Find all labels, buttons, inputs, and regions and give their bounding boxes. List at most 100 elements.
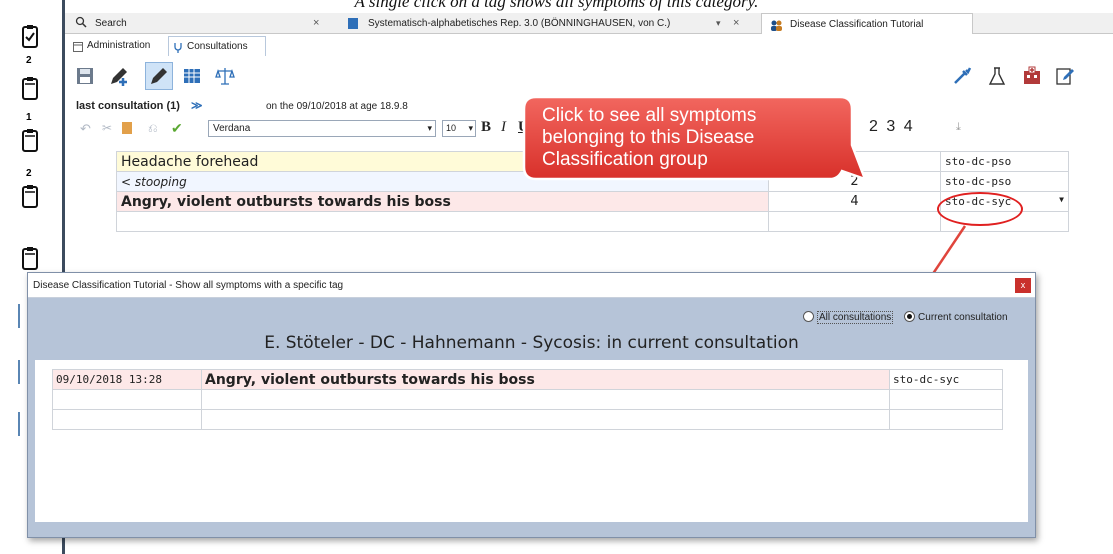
- table-icon: [184, 69, 200, 83]
- new-consultation-button[interactable]: [105, 62, 133, 90]
- clipboard-count: 2: [26, 55, 32, 66]
- window-icon: [73, 40, 83, 60]
- clipboard-check-icon[interactable]: [22, 24, 38, 48]
- symptom-tag[interactable]: sto-dc-pso: [940, 151, 1069, 172]
- clipboard-icon[interactable]: [22, 184, 38, 208]
- result-date[interactable]: [52, 409, 202, 430]
- scope-radio-group: All consultations Current consultation: [803, 311, 1008, 324]
- table-row[interactable]: [52, 389, 1003, 410]
- dialog-titlebar: Disease Classification Tutorial - Show a…: [28, 273, 1035, 298]
- hospital-icon: [1024, 66, 1040, 84]
- tab-consultations[interactable]: Consultations: [168, 36, 266, 56]
- search-icon: [75, 13, 87, 34]
- symptom-text[interactable]: [116, 211, 769, 232]
- table-row[interactable]: [52, 409, 1003, 430]
- injection-button[interactable]: [948, 62, 976, 90]
- clipboard-count: 2: [26, 168, 32, 179]
- callout-bubble: Click to see all symptoms belonging to t…: [522, 95, 866, 193]
- font-size-value: 10: [446, 123, 457, 133]
- table-row[interactable]: Angry, violent outbursts towards his bos…: [116, 191, 1069, 212]
- hospital-button[interactable]: [1018, 62, 1046, 90]
- result-tag[interactable]: sto-dc-syc: [889, 369, 1003, 390]
- table-row[interactable]: 09/10/2018 13:28 Angry, violent outburst…: [52, 369, 1003, 390]
- save-button[interactable]: [71, 62, 99, 90]
- symptom-tag[interactable]: sto-dc-pso: [940, 171, 1069, 192]
- symptom-grade[interactable]: [768, 211, 941, 232]
- close-button[interactable]: x: [1015, 278, 1031, 293]
- font-size-select[interactable]: 10 ▾: [442, 120, 476, 137]
- table-row[interactable]: [116, 211, 1069, 232]
- pencil-icon: [151, 68, 167, 84]
- cut-icon[interactable]: ✂: [102, 121, 112, 135]
- tab-disease-classification[interactable]: Disease Classification Tutorial: [761, 13, 973, 34]
- users-icon: [770, 18, 783, 39]
- tab-label: Administration: [87, 40, 151, 51]
- dialog-title: Disease Classification Tutorial - Show a…: [33, 280, 344, 291]
- result-date[interactable]: 09/10/2018 13:28: [52, 369, 202, 390]
- result-date[interactable]: [52, 389, 202, 410]
- tab-label: Consultations: [187, 41, 248, 52]
- dialog-heading: E. Stöteler - DC - Hahnemann - Sycosis: …: [264, 333, 799, 353]
- result-text[interactable]: [201, 409, 890, 430]
- close-icon[interactable]: ×: [313, 13, 319, 34]
- tab-search[interactable]: Search ×: [73, 13, 325, 34]
- stethoscope-icon: [173, 41, 183, 61]
- result-text[interactable]: Angry, violent outbursts towards his bos…: [201, 369, 890, 390]
- chevron-down-icon[interactable]: ▾: [716, 13, 721, 34]
- radio-all-consultations[interactable]: [803, 311, 814, 322]
- floppy-icon: [77, 68, 93, 84]
- scale-icon: [215, 68, 235, 85]
- clipboard-icon[interactable]: [22, 128, 38, 152]
- radio-label[interactable]: Current consultation: [918, 312, 1008, 323]
- callout-text: Click to see all symptoms belonging to t…: [542, 105, 757, 170]
- grade-buttons[interactable]: 2 3 4: [869, 118, 915, 136]
- chevron-down-icon[interactable]: ▼: [1059, 195, 1064, 204]
- edit-button[interactable]: [145, 62, 173, 90]
- radio-label[interactable]: All consultations: [817, 311, 894, 324]
- document-tabbar: Search × Systematisch-alphabetisches Rep…: [65, 13, 1113, 34]
- clipboard-icon[interactable]: [22, 76, 38, 100]
- rail-tab-edge: [18, 412, 24, 436]
- clipboard-icon[interactable]: [22, 246, 38, 270]
- flask-icon: [988, 67, 1006, 85]
- grid-view-button[interactable]: [178, 62, 206, 90]
- consultation-label: last consultation (1): [76, 100, 180, 112]
- highlight-circle: [937, 192, 1023, 226]
- undo-icon[interactable]: ↶: [80, 121, 91, 137]
- paint-icon[interactable]: ⎌: [148, 121, 158, 136]
- symptom-text[interactable]: Angry, violent outbursts towards his bos…: [116, 191, 769, 212]
- result-text[interactable]: [201, 389, 890, 410]
- book-icon: [348, 18, 358, 29]
- check-icon[interactable]: ✔: [171, 120, 183, 137]
- radio-current-consultation[interactable]: [904, 311, 916, 322]
- italic-button[interactable]: I: [501, 119, 506, 136]
- symptom-grade[interactable]: 4: [768, 191, 941, 212]
- syringe-icon: [954, 67, 972, 84]
- caption: A single click on a tag shows all sympto…: [354, 0, 759, 11]
- notes-button[interactable]: [1051, 62, 1079, 90]
- tab-repertory[interactable]: Systematisch-alphabetisches Rep. 3.0 (BÖ…: [346, 13, 758, 34]
- arrow-icon[interactable]: ⤓: [956, 121, 961, 134]
- main-toolbar: [65, 60, 1113, 92]
- expand-chevron-icon[interactable]: ≫: [191, 100, 203, 112]
- chevron-down-icon: ▾: [468, 123, 473, 133]
- result-tag[interactable]: [889, 409, 1003, 430]
- clipboard-count: 1: [26, 112, 32, 123]
- tab-label: Disease Classification Tutorial: [790, 19, 924, 30]
- consultation-header: last consultation (1) ≫ on the 09/10/201…: [76, 99, 408, 112]
- balance-button[interactable]: [211, 62, 239, 90]
- rail-tab-edge: [18, 360, 24, 384]
- lab-button[interactable]: [983, 62, 1011, 90]
- tab-administration[interactable]: Administration: [69, 36, 167, 56]
- tag-dialog: Disease Classification Tutorial - Show a…: [27, 272, 1036, 538]
- chevron-down-icon: ▾: [427, 123, 432, 133]
- pencil-add-icon: [111, 68, 127, 86]
- font-select[interactable]: Verdana ▾: [208, 120, 436, 137]
- rail-tab-edge: [18, 304, 24, 328]
- copy-icon[interactable]: [122, 122, 132, 134]
- close-icon[interactable]: ×: [733, 13, 739, 34]
- result-tag[interactable]: [889, 389, 1003, 410]
- bold-button[interactable]: B: [481, 119, 491, 136]
- consultation-date: on the 09/10/2018 at age 18.9.8: [266, 101, 408, 112]
- tab-label: Systematisch-alphabetisches Rep. 3.0 (BÖ…: [368, 18, 671, 29]
